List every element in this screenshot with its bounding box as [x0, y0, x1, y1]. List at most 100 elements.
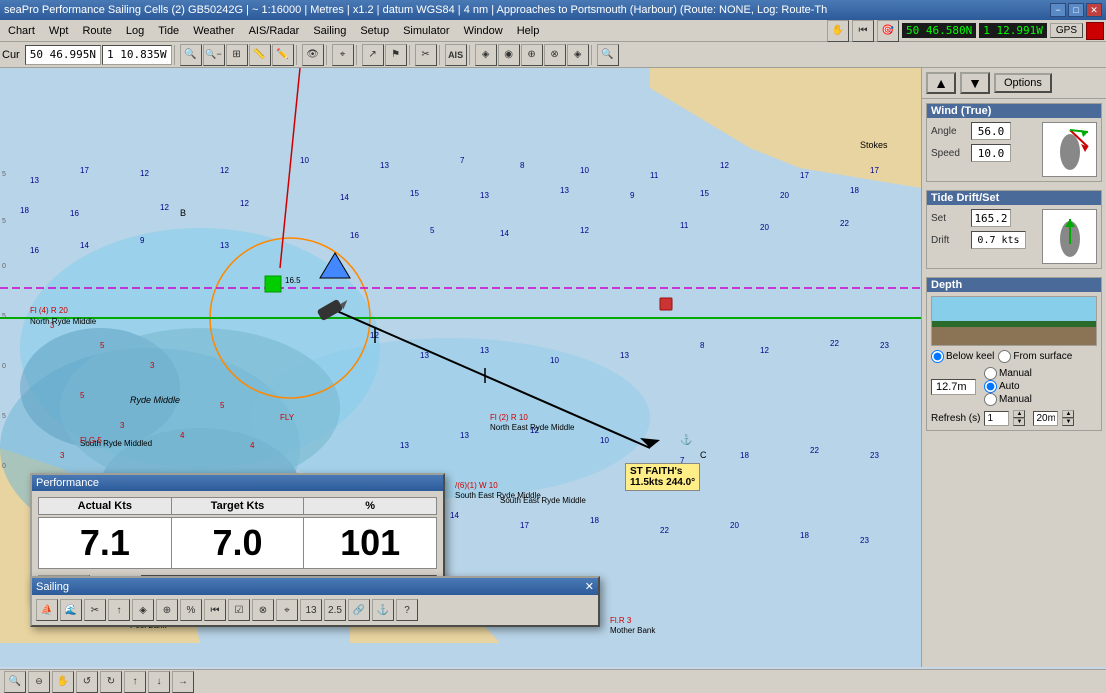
status-hand[interactable]: ✋ — [52, 671, 74, 693]
zoom-out-button[interactable]: 🔍− — [203, 44, 225, 66]
manual2-label: Manual — [999, 394, 1032, 405]
status-arrow-up[interactable]: ↑ — [124, 671, 146, 693]
spin-down[interactable]: ▼ — [1013, 418, 1025, 426]
menu-chart[interactable]: Chart — [2, 23, 41, 39]
sail-btn-9[interactable]: ☑ — [228, 599, 250, 621]
auto-spin-down[interactable]: ▼ — [1062, 418, 1074, 426]
chart-area[interactable]: 13 17 12 12 10 13 7 8 10 11 12 17 17 18 … — [0, 68, 921, 667]
nav-down-button[interactable]: ▼ — [960, 72, 990, 94]
chart-button3[interactable]: ⊕ — [521, 44, 543, 66]
svg-text:18: 18 — [740, 451, 749, 460]
auto-spinner[interactable]: ▲ ▼ — [1062, 410, 1074, 426]
from-surface-radio[interactable]: From surface — [998, 350, 1072, 363]
depth-value-input[interactable] — [931, 379, 976, 395]
nav-back-button[interactable]: ⏮ — [852, 20, 874, 42]
sail-btn-8[interactable]: ⏮ — [204, 599, 226, 621]
menu-simulator[interactable]: Simulator — [397, 23, 455, 39]
manual-radio[interactable]: Manual — [984, 367, 1032, 380]
below-keel-radio[interactable]: Below keel — [931, 350, 994, 363]
performance-titlebar[interactable]: Performance — [32, 475, 443, 491]
menu-weather[interactable]: Weather — [187, 23, 240, 39]
from-surface-radio-input[interactable] — [998, 350, 1011, 363]
chart-button5[interactable]: ◈ — [567, 44, 589, 66]
options-button[interactable]: Options — [994, 73, 1052, 93]
auto-radio[interactable]: Auto — [984, 380, 1032, 393]
ruler-button[interactable]: 📏 — [249, 44, 271, 66]
status-zoom-in[interactable]: 🔍 — [4, 671, 26, 693]
gps-button[interactable]: GPS — [1050, 23, 1083, 38]
eye-button[interactable]: 👁 — [302, 44, 324, 66]
sailing-close-icon[interactable]: ✕ — [585, 580, 594, 593]
auto-value-input[interactable] — [1033, 411, 1058, 426]
route-button[interactable]: ↗ — [362, 44, 384, 66]
search-button[interactable]: 🔍 — [597, 44, 619, 66]
zoom-in-button[interactable]: 🔍 — [180, 44, 202, 66]
status-rotate-right[interactable]: ↻ — [100, 671, 122, 693]
sail-btn-5[interactable]: ◈ — [132, 599, 154, 621]
sail-btn-14[interactable]: 🔗 — [348, 599, 370, 621]
svg-text:13: 13 — [480, 346, 489, 355]
auto-spin-up[interactable]: ▲ — [1062, 410, 1074, 418]
menu-ais-radar[interactable]: AIS/Radar — [243, 23, 306, 39]
status-arrow-right[interactable]: → — [172, 671, 194, 693]
nav-target-button[interactable]: 🎯 — [877, 20, 899, 42]
sail-btn-10[interactable]: ⊗ — [252, 599, 274, 621]
sail-btn-16[interactable]: ? — [396, 599, 418, 621]
manual-radio-input[interactable] — [984, 367, 997, 380]
toolbar-separator — [174, 45, 178, 65]
sail-btn-12[interactable]: 13 — [300, 599, 322, 621]
svg-text:16.5: 16.5 — [285, 276, 301, 285]
sail-btn-6[interactable]: ⊕ — [156, 599, 178, 621]
sail-btn-15[interactable]: ⚓ — [372, 599, 394, 621]
refresh-spinner[interactable]: ▲ ▼ — [1013, 410, 1025, 426]
close-button[interactable]: ✕ — [1086, 3, 1102, 17]
nav-up-button[interactable]: ▲ — [926, 72, 956, 94]
ais-button[interactable]: AIS — [445, 44, 467, 66]
minimize-button[interactable]: − — [1050, 3, 1066, 17]
svg-text:22: 22 — [840, 219, 849, 228]
menu-route[interactable]: Route — [76, 23, 117, 39]
menu-sailing[interactable]: Sailing — [307, 23, 352, 39]
menu-setup[interactable]: Setup — [354, 23, 395, 39]
maximize-button[interactable]: □ — [1068, 3, 1084, 17]
sail-btn-1[interactable]: ⛵ — [36, 599, 58, 621]
spin-up[interactable]: ▲ — [1013, 410, 1025, 418]
svg-text:Fl (4) R 20: Fl (4) R 20 — [30, 306, 68, 315]
waypoint-button[interactable]: ⚑ — [385, 44, 407, 66]
grid-button[interactable]: ⊞ — [226, 44, 248, 66]
menu-tide[interactable]: Tide — [152, 23, 185, 39]
sail-btn-2[interactable]: 🌊 — [60, 599, 82, 621]
menu-window[interactable]: Window — [458, 23, 509, 39]
auto-radio-input[interactable] — [984, 380, 997, 393]
chart-button4[interactable]: ⊗ — [544, 44, 566, 66]
below-keel-radio-input[interactable] — [931, 350, 944, 363]
status-zoom-out[interactable]: ⊖ — [28, 671, 50, 693]
compass-button[interactable]: ⌖ — [332, 44, 354, 66]
menu-log[interactable]: Log — [120, 23, 150, 39]
svg-text:13: 13 — [30, 176, 39, 185]
status-arrow-down[interactable]: ↓ — [148, 671, 170, 693]
chart-button1[interactable]: ◈ — [475, 44, 497, 66]
sail-btn-3[interactable]: ✂ — [84, 599, 106, 621]
status-rotate-left[interactable]: ↺ — [76, 671, 98, 693]
sail-btn-13[interactable]: 2.5 — [324, 599, 346, 621]
menu-wpt[interactable]: Wpt — [43, 23, 75, 39]
chart-button2[interactable]: ◉ — [498, 44, 520, 66]
scissors-button[interactable]: ✂ — [415, 44, 437, 66]
sail-btn-7[interactable]: % — [180, 599, 202, 621]
manual2-radio[interactable]: Manual — [984, 393, 1032, 406]
refresh-value-input[interactable] — [984, 411, 1009, 426]
refresh-label: Refresh (s) — [931, 413, 980, 424]
percent-value: 101 — [304, 518, 436, 568]
sail-btn-4[interactable]: ↑ — [108, 599, 130, 621]
manual2-radio-input[interactable] — [984, 393, 997, 406]
sail-btn-11[interactable]: ⌖ — [276, 599, 298, 621]
sailing-titlebar[interactable]: Sailing ✕ — [32, 578, 598, 595]
svg-text:23: 23 — [880, 341, 889, 350]
svg-text:7: 7 — [460, 156, 465, 165]
svg-text:North Ryde Middle: North Ryde Middle — [30, 317, 97, 326]
menu-help[interactable]: Help — [511, 23, 546, 39]
pencil-button[interactable]: ✏️ — [272, 44, 294, 66]
hand-tool-button[interactable]: ✋ — [827, 20, 849, 42]
svg-text:12: 12 — [580, 226, 589, 235]
